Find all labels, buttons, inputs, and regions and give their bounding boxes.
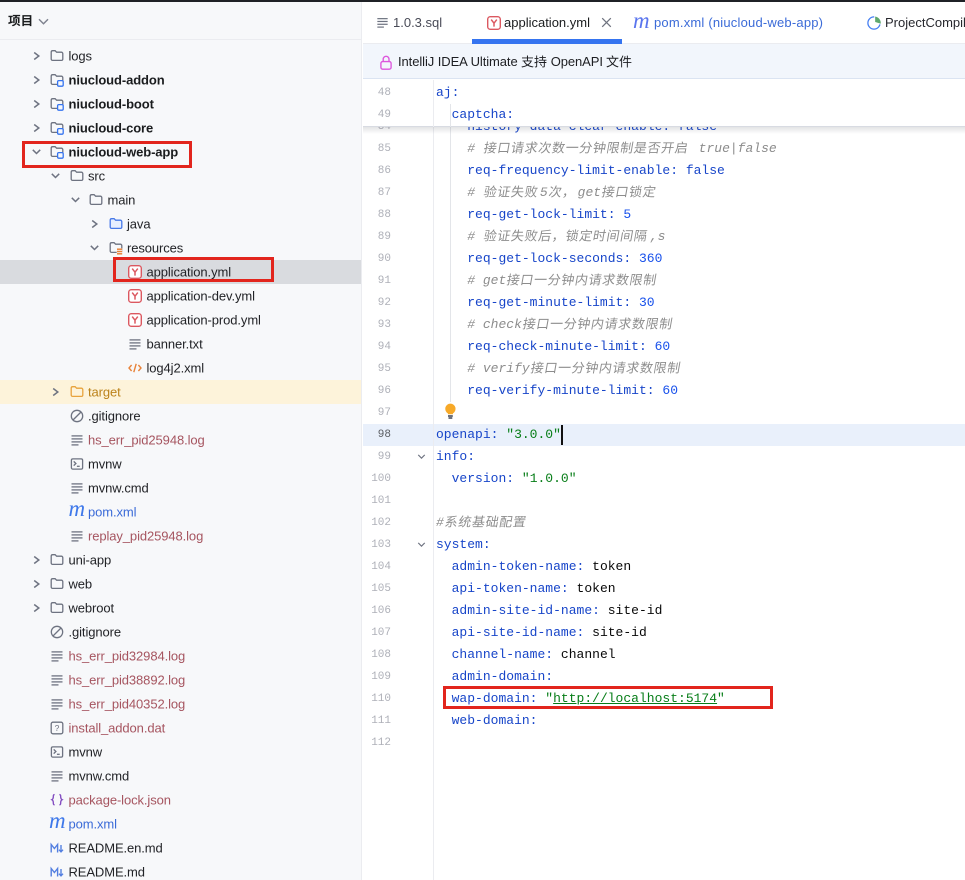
svg-text:?: ? (55, 723, 60, 733)
